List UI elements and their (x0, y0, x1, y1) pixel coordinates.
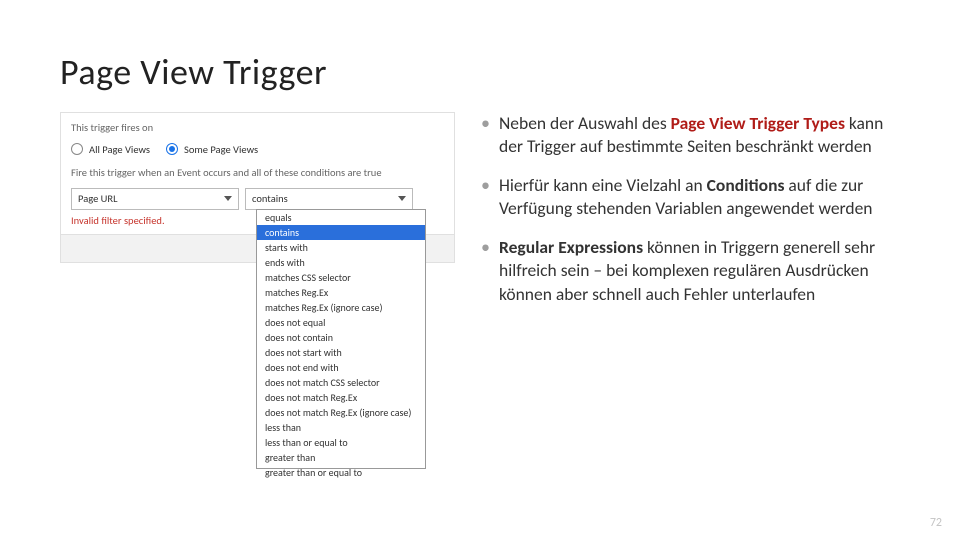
operator-select-value: contains (252, 189, 288, 209)
bullet-1-strong: Page View Trigger Types (671, 112, 845, 134)
chevron-down-icon (224, 196, 232, 201)
chevron-down-icon (398, 196, 406, 201)
page-number: 72 (930, 516, 942, 530)
dropdown-option[interactable]: does not start with (257, 345, 425, 360)
dropdown-option[interactable]: does not equal (257, 315, 425, 330)
dropdown-option[interactable]: does not match CSS selector (257, 375, 425, 390)
dropdown-option[interactable]: equals (257, 210, 425, 225)
dropdown-option[interactable]: does not match Reg.Ex (ignore case) (257, 405, 425, 420)
bullet-3: Regular Expressions können in Triggern g… (479, 236, 900, 305)
radio-all-page-views[interactable]: All Page Views (71, 143, 150, 157)
trigger-config-ui: This trigger fires on All Page Views Som… (60, 112, 455, 263)
radio-all-label: All Page Views (89, 143, 150, 157)
bullet-list: Neben der Auswahl des Page View Trigger … (479, 112, 900, 306)
dropdown-option[interactable]: does not contain (257, 330, 425, 345)
bullet-2-pre: Hierfür kann eine Vielzahl an (499, 174, 707, 196)
bullet-3-strong: Regular Expressions (499, 236, 643, 258)
operator-select[interactable]: contains (245, 188, 413, 210)
operator-dropdown: equalscontainsstarts withends withmatche… (256, 209, 426, 469)
radio-unchecked-icon (71, 143, 83, 155)
dropdown-option[interactable]: matches Reg.Ex (257, 285, 425, 300)
bullet-1: Neben der Auswahl des Page View Trigger … (479, 112, 900, 158)
bullet-1-pre: Neben der Auswahl des (499, 112, 671, 134)
dropdown-option[interactable]: contains (257, 225, 425, 240)
radio-checked-icon (166, 143, 178, 155)
variable-select[interactable]: Page URL (71, 188, 239, 210)
radio-some-page-views[interactable]: Some Page Views (166, 143, 258, 157)
variable-select-value: Page URL (78, 189, 118, 209)
dropdown-option[interactable]: less than or equal to (257, 435, 425, 450)
condition-label: Fire this trigger when an Event occurs a… (71, 166, 444, 180)
dropdown-option[interactable]: does not end with (257, 360, 425, 375)
radio-some-label: Some Page Views (184, 143, 258, 157)
page-title: Page View Trigger (60, 50, 900, 94)
dropdown-option[interactable]: does not match Reg.Ex (257, 390, 425, 405)
dropdown-option[interactable]: matches Reg.Ex (ignore case) (257, 300, 425, 315)
dropdown-option[interactable]: less than (257, 420, 425, 435)
screenshot-panel: This trigger fires on All Page Views Som… (60, 112, 455, 322)
bullet-2-strong: Conditions (707, 174, 785, 196)
fires-on-label: This trigger fires on (71, 121, 444, 135)
dropdown-option[interactable]: greater than or equal to (257, 465, 425, 480)
dropdown-option[interactable]: matches CSS selector (257, 270, 425, 285)
dropdown-option[interactable]: greater than (257, 450, 425, 465)
dropdown-option[interactable]: ends with (257, 255, 425, 270)
dropdown-option[interactable]: starts with (257, 240, 425, 255)
bullet-2: Hierfür kann eine Vielzahl an Conditions… (479, 174, 900, 220)
